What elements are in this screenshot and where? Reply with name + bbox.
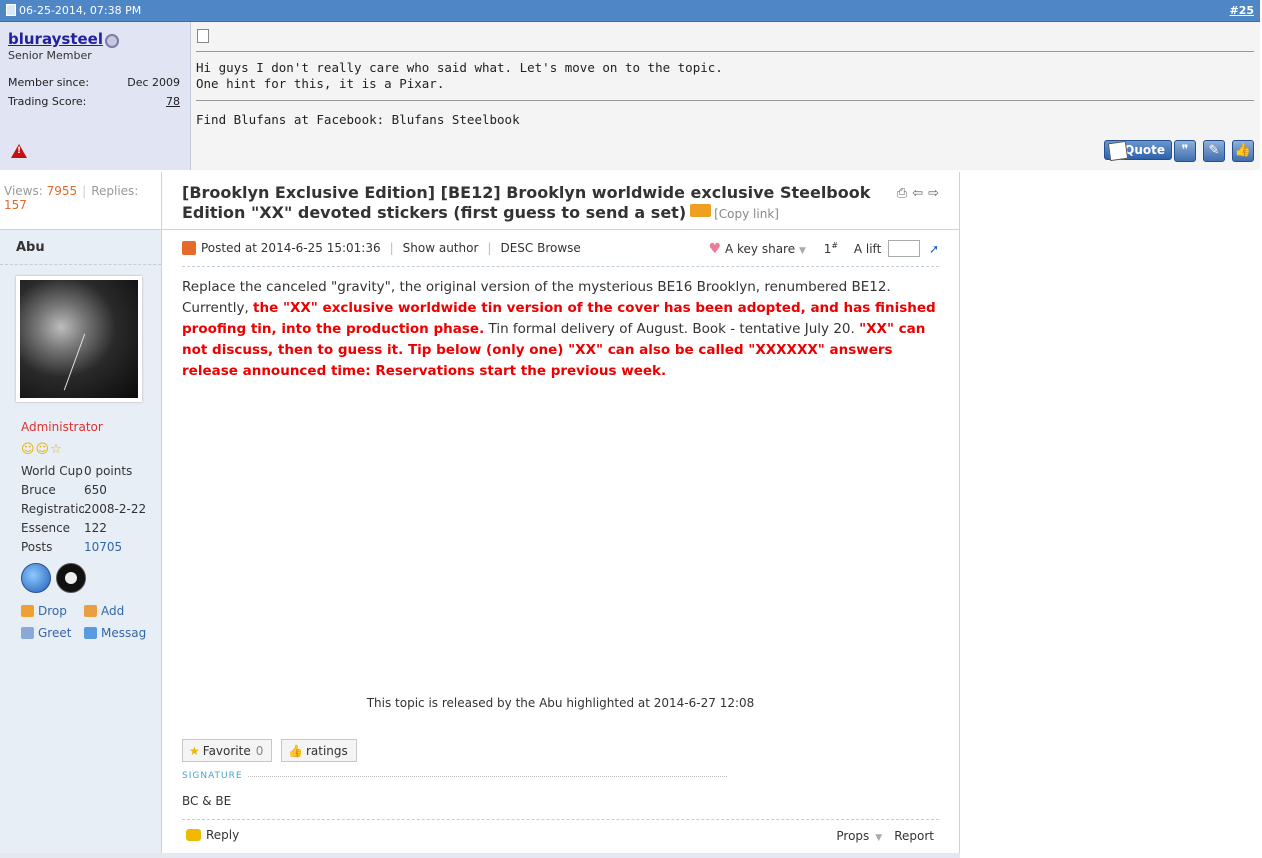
rank-stars-icon: ☺☺☆ [21, 442, 63, 457]
divider [182, 266, 939, 267]
report-link[interactable]: Report [894, 829, 934, 843]
thread-post-column: [Brooklyn Exclusive Edition] [BE12] Broo… [162, 172, 960, 858]
user-role[interactable]: Administrator [21, 420, 103, 434]
multi-quote-button[interactable]: ❞ [1174, 140, 1196, 162]
chevron-down-icon[interactable]: ▼ [799, 246, 806, 256]
post-permalink[interactable]: #25 [1229, 4, 1254, 17]
copy-link[interactable]: [Copy link] [714, 207, 779, 221]
quote-icon [1107, 140, 1129, 162]
greet-link[interactable]: Greet [21, 626, 71, 640]
thumbs-up-icon: 👍 [288, 744, 303, 758]
quote-button[interactable]: Quote [1104, 140, 1172, 162]
thanks-button[interactable]: 👍 [1232, 140, 1254, 162]
reply-icon [186, 829, 201, 841]
post-author-icon [182, 241, 196, 255]
home-icon [21, 605, 34, 617]
trading-score-row: Trading Score: 78 [8, 95, 180, 108]
post-page-icon [197, 29, 209, 43]
divider [162, 229, 959, 230]
signature-label: SIGNATURE [182, 771, 247, 781]
profile-stat-row: Registration2008-2-22 [21, 502, 147, 516]
post-body: Replace the canceled "gravity", the orig… [182, 279, 936, 379]
tag-icon [690, 204, 712, 217]
thread-title: [Brooklyn Exclusive Edition] [BE12] Broo… [182, 183, 871, 222]
posts-count-link[interactable]: 10705 [84, 540, 122, 554]
star-icon: ★ [189, 744, 200, 758]
post-date: 06-25-2014, 07:38 PM [6, 4, 141, 17]
medal-badge-icon[interactable] [21, 563, 51, 593]
quick-reply-button[interactable]: ✎ [1203, 140, 1225, 162]
props-button[interactable]: Props [836, 829, 869, 843]
key-share-button[interactable]: A key share [725, 242, 795, 256]
desc-browse-link[interactable]: DESC Browse [500, 241, 580, 255]
trading-score-link[interactable]: 78 [166, 95, 180, 108]
print-icon[interactable]: ⎙ [897, 186, 907, 201]
avatar[interactable] [16, 276, 142, 402]
post-action-buttons: Quote ❞ ✎ 👍 [1084, 140, 1254, 162]
divider [182, 776, 727, 777]
thread-nav-icons: ⎙ ⇦ ⇨ [892, 186, 939, 201]
divider [0, 264, 161, 265]
envelope-icon [84, 627, 97, 639]
author-name[interactable]: Abu [16, 240, 45, 255]
handshake-icon [84, 605, 97, 617]
divider [0, 229, 161, 230]
show-author-link[interactable]: Show author [403, 241, 479, 255]
floor-number: 1# [823, 241, 839, 256]
post-footer-actions: Props ▼ Report [836, 829, 934, 843]
profile-stat-row: Posts 10705 [21, 540, 123, 554]
medal-mask-icon[interactable] [56, 563, 86, 593]
post-icon [6, 4, 16, 16]
user-title: Senior Member [8, 49, 92, 62]
divider [182, 819, 939, 820]
post-header-bar: 06-25-2014, 07:38 PM #25 [0, 0, 1260, 22]
next-thread-icon[interactable]: ⇨ [928, 186, 939, 201]
highlight-note: This topic is released by the Abu highli… [366, 696, 755, 710]
post-message-panel: Hi guys I don't really care who said wha… [191, 22, 1260, 170]
post-tools: ♥ A key share ▼ 1# A lift ➚ [709, 240, 939, 257]
views-count: 7955 [46, 184, 78, 198]
favorite-button[interactable]: ★ Favorite 0 [182, 739, 273, 762]
signature-text: BC & BE [182, 794, 232, 808]
footer-strip [0, 853, 960, 858]
chevron-down-icon[interactable]: ▼ [875, 833, 882, 843]
post-message: Hi guys I don't really care who said wha… [196, 60, 723, 91]
drop-link[interactable]: Drop [21, 604, 67, 618]
lift-label: A lift [853, 242, 882, 256]
replies-count: 157 [4, 198, 27, 212]
reply-button[interactable]: Reply [186, 828, 239, 842]
jump-arrow-icon[interactable]: ➚ [929, 242, 939, 256]
post-meta: Posted at 2014-6-25 15:01:36 | Show author… [182, 241, 581, 255]
prev-thread-icon[interactable]: ⇦ [912, 186, 923, 201]
lift-input[interactable] [888, 240, 921, 257]
profile-stat-row: Bruce 650 [21, 483, 107, 497]
username-link[interactable]: bluraysteel [8, 30, 103, 48]
message-link[interactable]: Messag [84, 626, 146, 640]
thread-stats: Views: 7955 | Replies: 157 [0, 172, 161, 230]
ratings-button[interactable]: 👍 ratings [281, 739, 357, 762]
report-post-icon[interactable] [11, 144, 27, 158]
add-friend-link[interactable]: Add [84, 604, 124, 618]
post-signature: Find Blufans at Facebook: Blufans Steelb… [196, 112, 520, 127]
profile-stat-row: Essence 122 [21, 521, 107, 535]
signature-divider [196, 100, 1254, 101]
profile-stat-row: World Cup 0 points [21, 464, 133, 478]
user-wave-icon [21, 627, 34, 639]
heart-icon: ♥ [708, 241, 722, 257]
offline-status-icon [105, 34, 119, 48]
thread-author-column: Views: 7955 | Replies: 157 Abu Administrat… [0, 172, 162, 858]
member-since-row: Member since: Dec 2009 [8, 76, 180, 89]
post-user-panel: bluraysteel Senior Member Member since: … [0, 22, 191, 170]
divider [196, 51, 1254, 52]
posted-at: Posted at 2014-6-25 15:01:36 [201, 241, 381, 255]
